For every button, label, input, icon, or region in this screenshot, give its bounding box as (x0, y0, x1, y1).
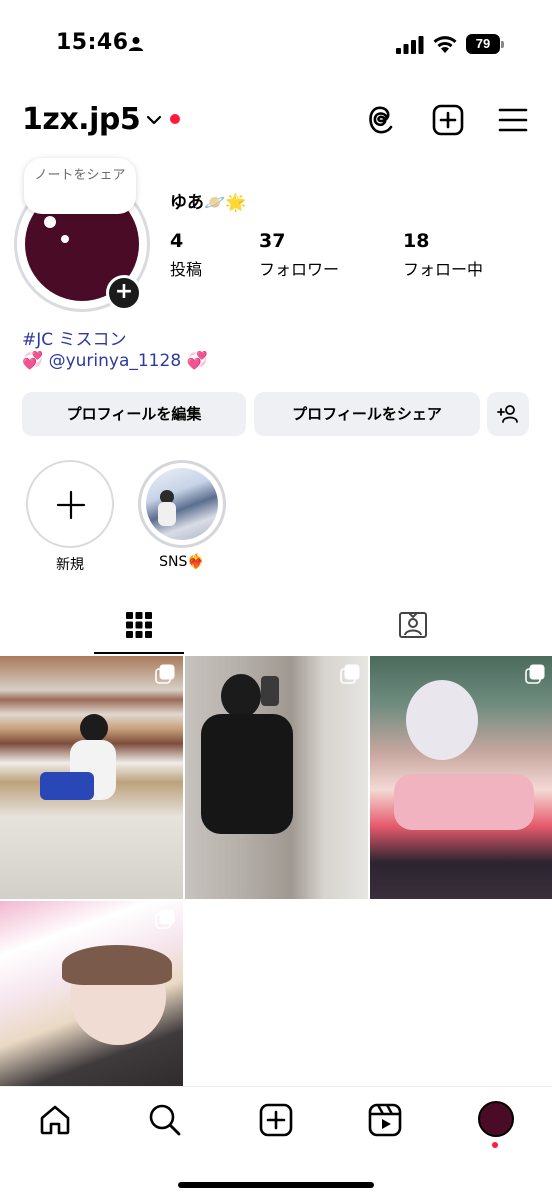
battery-level: 79 (466, 34, 500, 54)
stat-posts-count: 4 (170, 230, 184, 252)
battery-tip (501, 41, 504, 48)
post-figure-hair (62, 945, 172, 985)
stat-posts[interactable]: 4 投稿 (170, 230, 202, 280)
home-indicator[interactable] (178, 1182, 374, 1188)
note-bubble-tail (44, 216, 56, 228)
post-figure-head (80, 714, 108, 742)
status-time: 15:46 (56, 30, 129, 55)
post-thumbnail[interactable] (0, 656, 183, 899)
stat-posts-label: 投稿 (170, 260, 203, 279)
tab-posts-grid[interactable] (94, 596, 184, 654)
add-person-icon (497, 405, 518, 423)
post-figure-head (221, 674, 261, 718)
note-bubble[interactable]: ノートをシェア (24, 158, 136, 214)
tagged-person-icon (399, 612, 427, 638)
threads-icon[interactable] (366, 104, 396, 136)
notification-dot (170, 114, 180, 124)
share-profile-button[interactable]: プロフィールをシェア (254, 392, 480, 436)
plus-icon (56, 490, 86, 520)
battery-indicator: 79 (466, 34, 504, 54)
home-icon[interactable] (38, 1103, 72, 1137)
profile-avatar[interactable] (478, 1101, 514, 1137)
reels-icon[interactable] (368, 1103, 402, 1137)
status-bar: 15:46 79 (0, 0, 552, 92)
tab-tagged[interactable] (368, 596, 458, 654)
multi-post-icon (340, 664, 360, 684)
chevron-down-icon[interactable] (146, 114, 162, 126)
create-post-icon[interactable] (432, 104, 464, 136)
highlight-sns-label: SNS❤️‍🔥 (159, 554, 205, 570)
highlight-sns[interactable] (138, 460, 226, 548)
person-icon (129, 37, 143, 51)
profile-header: 1zx.jp5 (0, 92, 552, 152)
multi-post-icon (525, 664, 545, 684)
post-phone (261, 676, 279, 706)
multi-post-icon (155, 664, 175, 684)
highlight-sns-thumbnail (146, 468, 218, 540)
discover-people-button[interactable] (487, 392, 529, 436)
search-icon[interactable] (148, 1103, 182, 1137)
display-name: ゆあ🪐🌟 (170, 193, 247, 213)
post-figure-head (406, 680, 478, 760)
post-basket (40, 772, 94, 800)
post-figure-body (201, 714, 293, 834)
menu-icon[interactable] (498, 106, 528, 134)
add-story-button[interactable]: + (106, 275, 142, 311)
stat-followers[interactable]: 37 フォロワー (259, 230, 339, 280)
post-cake (394, 774, 534, 830)
post-thumbnail[interactable] (0, 901, 183, 1086)
bio-hashtag[interactable]: #JC ミスコン (22, 325, 127, 350)
post-thumbnail[interactable] (185, 656, 368, 899)
post-thumbnail[interactable] (370, 656, 552, 899)
grid-icon (126, 612, 152, 638)
highlight-new-label: 新規 (56, 557, 84, 573)
notification-dot (492, 1142, 498, 1148)
signal-icon (396, 36, 424, 54)
multi-post-icon (155, 909, 175, 929)
stat-followers-label: フォロワー (259, 260, 340, 279)
thumbnail-figure-body (158, 502, 176, 526)
highlight-new[interactable] (26, 460, 114, 548)
create-icon[interactable] (259, 1103, 293, 1137)
stat-followers-count: 37 (259, 230, 286, 252)
bio-mention[interactable]: 💞 @yurinya_1128 💞 (22, 351, 208, 371)
avatar-highlight (61, 235, 69, 243)
username-switcher[interactable]: 1zx.jp5 (22, 102, 141, 137)
wifi-icon (433, 36, 457, 53)
edit-profile-button[interactable]: プロフィールを編集 (22, 392, 246, 436)
stat-following-label: フォロー中 (403, 260, 484, 279)
stat-following[interactable]: 18 フォロー中 (403, 230, 483, 280)
stat-following-count: 18 (403, 230, 430, 252)
